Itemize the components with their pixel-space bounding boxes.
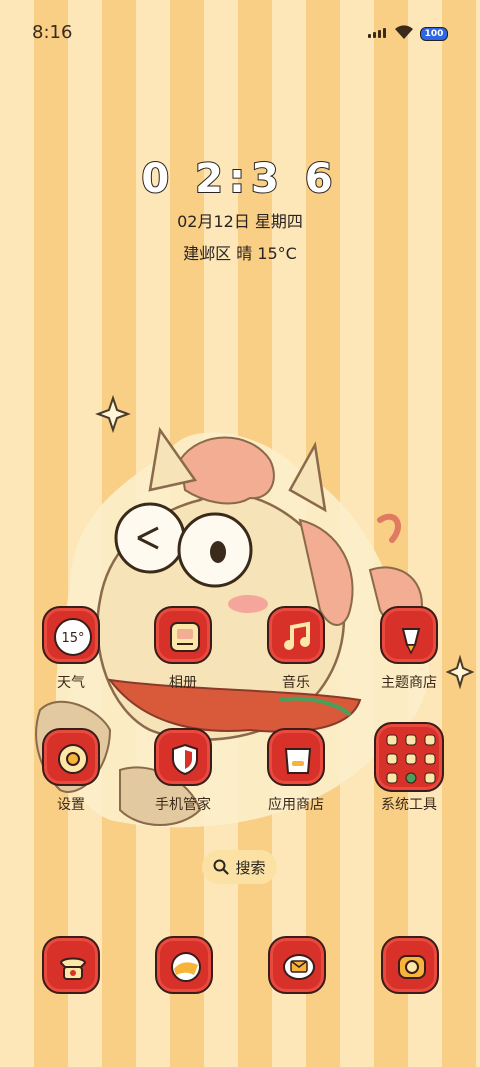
clock-widget[interactable]: 0 2:3 6 02月12日 星期四 建邺区 晴 15°C xyxy=(0,155,480,264)
app-theme-store[interactable]: 主题商店 xyxy=(354,606,464,692)
status-time: 8:16 xyxy=(32,22,73,43)
theme-store-icon xyxy=(380,606,438,664)
system-tools-folder-icon xyxy=(374,722,444,792)
app-label: 天气 xyxy=(57,675,85,691)
settings-icon xyxy=(42,728,100,786)
gallery-icon xyxy=(154,606,212,664)
search-icon xyxy=(213,859,230,875)
app-label: 应用商店 xyxy=(268,797,324,813)
dock-phone[interactable] xyxy=(42,936,100,994)
app-gallery[interactable]: 相册 xyxy=(128,606,238,692)
dock-browser[interactable] xyxy=(155,936,213,994)
messages-icon xyxy=(268,936,326,994)
dock-camera[interactable] xyxy=(381,936,439,994)
app-label: 系统工具 xyxy=(381,797,437,813)
browser-icon xyxy=(155,936,213,994)
app-label: 主题商店 xyxy=(381,675,437,691)
music-icon xyxy=(267,606,325,664)
camera-icon xyxy=(381,936,439,994)
dock-messages[interactable] xyxy=(268,936,326,994)
app-music[interactable]: 音乐 xyxy=(241,606,351,692)
clock-weather: 建邺区 晴 15°C xyxy=(183,244,297,263)
app-label: 相册 xyxy=(169,675,197,691)
folder-system-tools[interactable]: 系统工具 xyxy=(354,722,464,814)
weather-icon: 15° xyxy=(42,606,100,664)
security-icon xyxy=(154,728,212,786)
home-screen: 8:16 100 0 2:3 6 02月12日 星期四 建邺区 晴 15°C 1… xyxy=(0,0,480,1067)
search-label: 搜索 xyxy=(235,858,266,877)
app-label: 手机管家 xyxy=(155,797,211,813)
wifi-icon xyxy=(395,25,413,39)
weather-temp-badge: 15° xyxy=(61,631,84,646)
app-store-icon xyxy=(267,728,325,786)
signal-icon xyxy=(368,28,386,38)
clock-time: 0 2:3 6 xyxy=(140,155,339,203)
app-app-store[interactable]: 应用商店 xyxy=(241,728,351,814)
clock-date: 02月12日 星期四 xyxy=(177,212,303,231)
status-bar: 8:16 100 xyxy=(0,0,480,68)
app-label: 音乐 xyxy=(282,675,310,691)
app-settings[interactable]: 设置 xyxy=(16,728,126,814)
battery-icon: 100 xyxy=(420,27,448,41)
app-weather[interactable]: 15° 天气 xyxy=(16,606,126,692)
app-label: 设置 xyxy=(57,797,85,813)
app-security[interactable]: 手机管家 xyxy=(128,728,238,814)
search-button[interactable]: 搜索 xyxy=(202,850,277,884)
phone-icon xyxy=(42,936,100,994)
